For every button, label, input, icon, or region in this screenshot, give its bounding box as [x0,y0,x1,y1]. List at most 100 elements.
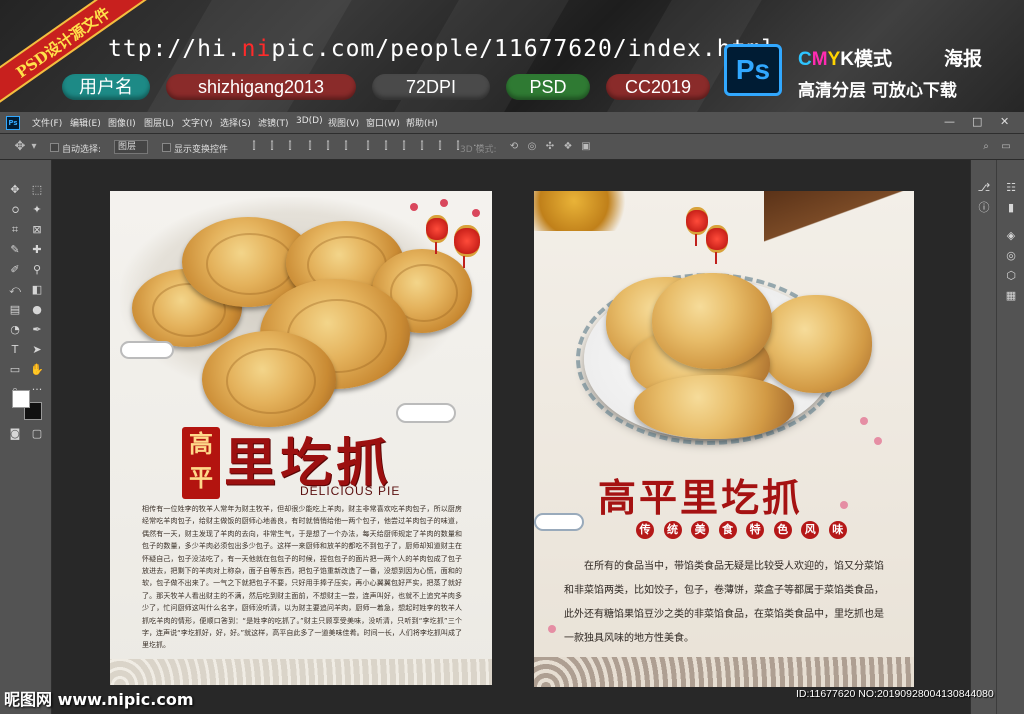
poster-left: 高平 里圪抓 DELICIOUS PIE 相传有一位姓李的牧羊人常年为财主牧羊，… [110,191,492,685]
version-pill: CC2019 [606,74,710,100]
auspicious-cloud-icon [534,513,584,531]
type-tool-icon[interactable]: T [7,342,23,358]
photoshop-app-icon[interactable]: Ps [6,116,20,130]
subtitle-char: 风 [801,521,820,539]
menu-edit[interactable]: 编辑(E) [70,116,101,129]
menu-type[interactable]: 文字(Y) [182,116,213,129]
properties-panel-icon[interactable]: ☷ [1003,180,1019,196]
wave-pattern-border [534,657,914,687]
distribute-left-icon[interactable]: ⫿ [416,141,428,152]
menu-image[interactable]: 图像(I) [108,116,136,129]
distribute-center-icon[interactable]: ⫿ [434,141,446,152]
nipic-watermark: 昵图网 www.nipic.com [4,690,194,709]
history-panel-icon[interactable]: ⎇ [976,180,992,196]
tools-panel: ✥ ⬚ ഠ ✦ ⌗ ⊠ ✎ ✚ ✐ ⚲ ⤺ ◧ ▤ ● ◔ ✒ T ➤ ▭ ✋ … [0,160,52,714]
swatches-panel-icon[interactable]: ▦ [1003,288,1019,304]
chevron-down-icon[interactable]: ▾ [28,141,40,152]
subtitle-char: 传 [636,521,654,539]
menu-filter[interactable]: 滤镜(T) [258,116,289,129]
healing-brush-tool-icon[interactable]: ✚ [29,242,45,258]
pancake-image [202,331,336,427]
3d-scale-icon[interactable]: ▣ [580,141,592,152]
poster1-story-text: 相传有一位姓李的牧羊人常年为财主牧羊，但却很少能吃上羊肉，财主非常喜欢吃羊肉包子… [142,505,462,650]
maximize-button[interactable]: □ [972,115,982,128]
wave-pattern-border [110,659,492,685]
magic-wand-tool-icon[interactable]: ✦ [29,202,45,218]
more-tools-icon[interactable]: ··· [29,382,45,398]
pancake-image [760,295,872,393]
subtitle-char: 统 [663,521,682,539]
username-label-pill: 用户名 [62,74,150,100]
eraser-tool-icon[interactable]: ◧ [29,282,45,298]
adjustments-panel-icon[interactable]: ▮ [1003,200,1019,216]
menu-select[interactable]: 选择(S) [220,116,251,129]
channels-panel-icon[interactable]: ◎ [1003,248,1019,264]
subtitle-char: 色 [773,521,792,539]
lantern-icon [686,207,708,246]
3d-pan-icon[interactable]: ✣ [544,141,556,152]
plum-blossom-icon [472,209,480,217]
gradient-tool-icon[interactable]: ▤ [7,302,23,318]
info-panel-icon[interactable]: ⓘ [976,200,992,216]
pancake-image [652,273,772,369]
quick-mask-icon[interactable]: ◙ [7,426,23,442]
auto-select-label: 自动选择: [62,145,102,155]
plum-blossom-icon [410,203,418,211]
close-button[interactable]: ✕ [1000,115,1009,128]
align-top-icon[interactable]: ⫿ [304,141,316,152]
menu-layer[interactable]: 图层(L) [144,116,174,129]
menu-3d[interactable]: 3D(D) [296,116,323,126]
3d-roll-icon[interactable]: ◎ [526,141,538,152]
lantern-icon [706,225,728,264]
frame-tool-icon[interactable]: ⊠ [29,222,45,238]
marquee-tool-icon[interactable]: ⬚ [29,182,45,198]
show-transform-label: 显示变换控件 [174,145,229,155]
distribute-top-icon[interactable]: ⫿ [362,141,374,152]
lasso-tool-icon[interactable]: ഠ [7,202,23,218]
paths-panel-icon[interactable]: ⬡ [1003,268,1019,284]
subtitle-char: 食 [718,521,737,539]
minimize-button[interactable]: — [944,115,955,128]
path-selection-tool-icon[interactable]: ➤ [29,342,45,358]
distribute-middle-icon[interactable]: ⫿ [380,141,392,152]
layers-panel-icon[interactable]: ◈ [1003,228,1019,244]
layer-select-dropdown[interactable]: 图层 [114,140,148,154]
align-left-icon[interactable]: ⫿ [248,141,260,152]
3d-slide-icon[interactable]: ❖ [562,141,574,152]
3d-rotate-icon[interactable]: ⟲ [508,141,520,152]
search-icon[interactable]: ⌕ [980,141,992,152]
hand-tool-icon[interactable]: ✋ [29,362,45,378]
plum-blossom-icon [548,625,556,633]
dodge-tool-icon[interactable]: ◔ [7,322,23,338]
document-canvas[interactable]: 高平 里圪抓 DELICIOUS PIE 相传有一位姓李的牧羊人常年为财主牧羊，… [52,160,970,714]
auto-select-checkbox[interactable] [50,143,59,152]
history-brush-tool-icon[interactable]: ⤺ [7,282,23,298]
menu-help[interactable]: 帮助(H) [406,116,438,129]
options-bar: ✥ ▾ 自动选择: 图层 显示变换控件 ⫿ ⫿ ⫿ ⫿ ⫿ ⫿ ⫿ ⫿ ⫿ ⫿ … [0,134,1024,160]
show-transform-checkbox[interactable] [162,143,171,152]
screen-mode-icon[interactable]: ▢ [29,426,45,442]
menu-view[interactable]: 视图(V) [328,116,359,129]
move-tool-icon[interactable]: ✥ [7,182,23,198]
menu-window[interactable]: 窗口(W) [366,116,400,129]
brush-tool-icon[interactable]: ✐ [7,262,23,278]
align-right-icon[interactable]: ⫿ [284,141,296,152]
eyedropper-tool-icon[interactable]: ✎ [7,242,23,258]
align-center-icon[interactable]: ⫿ [266,141,278,152]
foreground-color-swatch[interactable] [12,390,30,408]
pen-tool-icon[interactable]: ✒ [29,322,45,338]
panel-column-right: ☷ ▮ ◈ ◎ ⬡ ▦ [998,160,1024,714]
blur-tool-icon[interactable]: ● [29,302,45,318]
menu-file[interactable]: 文件(F) [32,116,62,129]
crop-tool-icon[interactable]: ⌗ [7,222,23,238]
distribute-bottom-icon[interactable]: ⫿ [398,141,410,152]
move-tool-icon[interactable]: ✥ [14,140,26,153]
photoshop-logo-icon: Ps [724,44,782,96]
lantern-icon [426,215,448,254]
gaoping-badge: 高平 [182,427,220,499]
rectangle-tool-icon[interactable]: ▭ [7,362,23,378]
align-bottom-icon[interactable]: ⫿ [340,141,352,152]
align-middle-icon[interactable]: ⫿ [322,141,334,152]
workspace-icon[interactable]: ▭ [1000,141,1012,152]
clone-stamp-tool-icon[interactable]: ⚲ [29,262,45,278]
